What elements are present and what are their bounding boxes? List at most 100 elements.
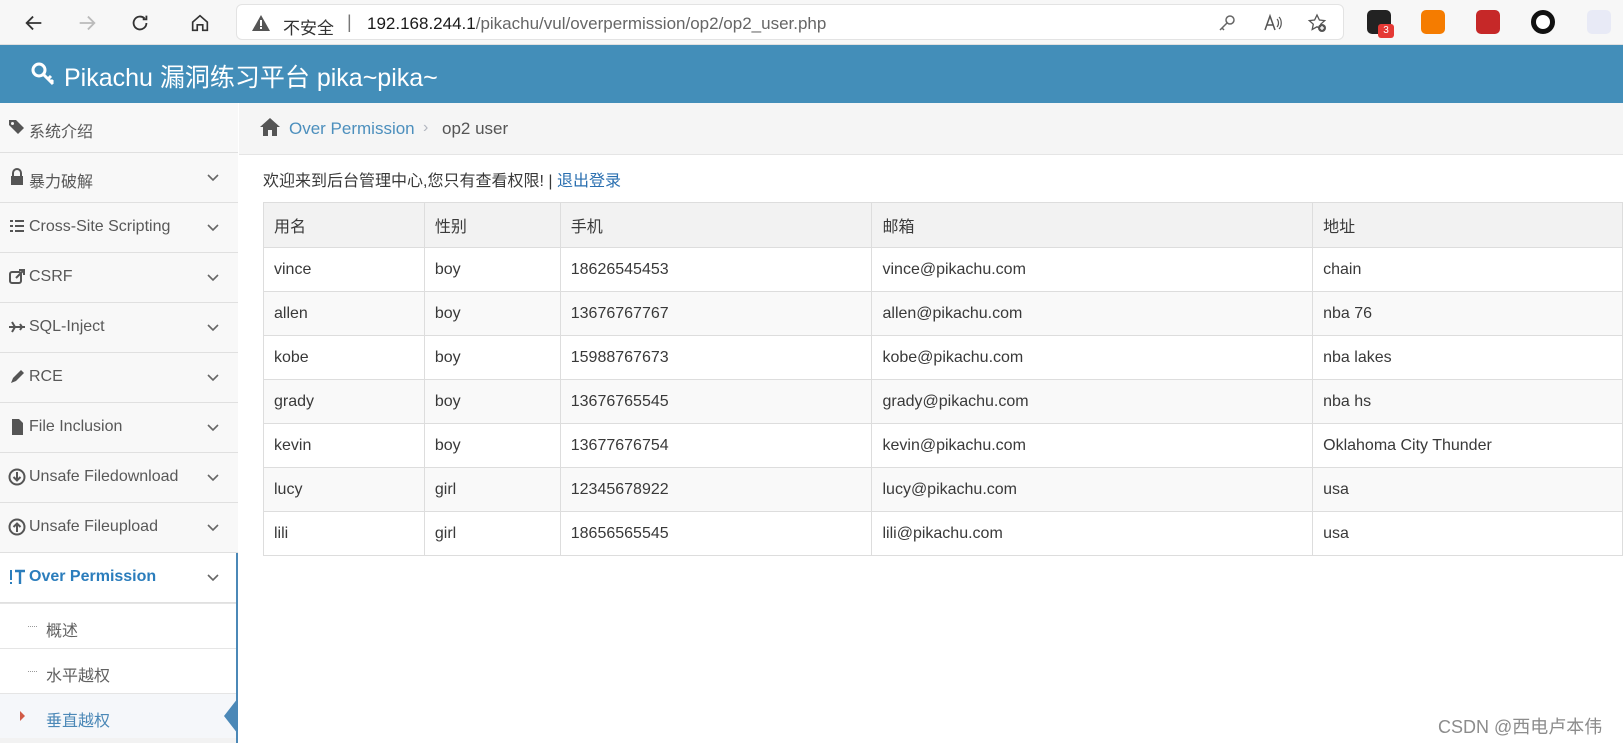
caret-right-icon — [20, 711, 25, 721]
upload-circle-icon — [8, 518, 26, 536]
insecure-label: 不安全 — [283, 19, 334, 38]
key-icon[interactable] — [1217, 13, 1237, 33]
pencil-icon — [11, 370, 24, 383]
plane-icon — [9, 321, 25, 333]
extension-badge: 3 — [1378, 24, 1394, 38]
table-cell: Oklahoma City Thunder — [1312, 423, 1623, 468]
welcome-text: 欢迎来到后台管理中心,您只有查看权限! — [263, 173, 544, 190]
arrow-left-icon — [25, 15, 42, 31]
watermark: CSDN @西电卢本伟 — [1438, 717, 1603, 737]
sidebar-item-bruteforce[interactable]: 暴力破解 — [0, 153, 238, 203]
sidebar-item-label: 系统介绍 — [29, 124, 94, 141]
table-cell: girl — [423, 511, 561, 556]
sidebar-item-intro[interactable]: 系统介绍 — [0, 103, 238, 153]
sidebar-item-label: Over Permission — [29, 568, 157, 585]
table-cell: lucy — [263, 467, 425, 512]
table-cell: 13677676754 — [559, 423, 873, 468]
sidebar-item-label: SQL-Inject — [29, 318, 105, 335]
table-cell: boy — [423, 423, 561, 468]
table-cell: girl — [423, 467, 561, 512]
sidebar-item-label: Cross-Site Scripting — [29, 218, 171, 235]
table-cell: chain — [1312, 247, 1623, 292]
sidebar-item-label: File Inclusion — [29, 418, 123, 435]
read-aloud-icon[interactable] — [1263, 13, 1283, 33]
breadcrumb: Over Permission › op2 user — [239, 103, 1623, 155]
table-cell: kevin@pikachu.com — [871, 423, 1314, 468]
table-cell: nba 76 — [1312, 291, 1623, 336]
table-cell: kobe@pikachu.com — [871, 335, 1314, 380]
table-cell: nba lakes — [1312, 335, 1623, 380]
sidebar-item-filedownload[interactable]: Unsafe Filedownload — [0, 453, 238, 503]
sidebar-subitem-vertical[interactable]: 垂直越权 — [0, 693, 238, 738]
table-cell: 15988767673 — [559, 335, 873, 380]
sidebar-item-sqli[interactable]: SQL-Inject — [0, 303, 238, 353]
reload-icon — [132, 15, 148, 31]
breadcrumb-link-over-permission[interactable]: Over Permission — [289, 119, 415, 139]
sidebar-item-label: CSRF — [29, 268, 73, 285]
column-header: 性别 — [423, 202, 561, 248]
sidebar-item-over-permission[interactable]: Over Permission — [0, 553, 238, 603]
table-cell: boy — [423, 291, 561, 336]
extension-2-icon[interactable] — [1421, 10, 1445, 34]
table-cell: allen — [263, 291, 425, 336]
text-height-icon — [10, 569, 25, 584]
table-cell: usa — [1312, 511, 1623, 556]
list-indent-icon — [10, 220, 24, 232]
app-header: Pikachu 漏洞练习平台 pika~pika~ — [0, 45, 1623, 103]
extension-5-icon[interactable] — [1587, 10, 1611, 34]
table-cell: allen@pikachu.com — [871, 291, 1314, 336]
table-row: kevin boy 13677676754 kevin@pikachu.com … — [263, 423, 1623, 468]
table-header-row: 用名 性别 手机 邮箱 地址 — [263, 202, 1623, 248]
table-row: lucy girl 12345678922 lucy@pikachu.com u… — [263, 467, 1623, 512]
forward-button[interactable] — [70, 6, 104, 40]
chevron-down-icon — [207, 174, 219, 182]
home-icon — [191, 14, 209, 32]
table-cell: kobe — [263, 335, 425, 380]
table-cell: boy — [423, 247, 561, 292]
url-path: /pikachu/vul/overpermission/op2/op2_user… — [475, 14, 827, 33]
url-host: 192.168.244.1 — [367, 14, 476, 33]
table-row: allen boy 13676767767 allen@pikachu.com … — [263, 291, 1623, 336]
table-cell: grady@pikachu.com — [871, 379, 1314, 424]
sidebar-item-label: RCE — [29, 368, 63, 385]
extension-4-icon[interactable] — [1531, 10, 1555, 34]
app-title[interactable]: Pikachu 漏洞练习平台 pika~pika~ — [64, 58, 438, 94]
chevron-down-icon — [207, 224, 219, 232]
table-row: lili girl 18656565545 lili@pikachu.com u… — [263, 511, 1623, 556]
chevron-down-icon — [207, 324, 219, 332]
warning-icon — [252, 15, 270, 31]
sidebar-item-rce[interactable]: RCE — [0, 353, 238, 403]
table-cell: lili@pikachu.com — [871, 511, 1314, 556]
user-table: 用名 性别 手机 邮箱 地址 vince boy 18626545453 vin… — [263, 202, 1623, 556]
table-cell: lucy@pikachu.com — [871, 467, 1314, 512]
tags-icon — [9, 120, 24, 134]
logout-link[interactable]: 退出登录 — [557, 173, 621, 190]
table-cell: boy — [423, 335, 561, 380]
sidebar-item-file-inclusion[interactable]: File Inclusion — [0, 403, 238, 453]
table-cell: boy — [423, 379, 561, 424]
address-bar[interactable]: 不安全 | 192.168.244.1/pikachu/vul/overperm… — [236, 4, 1344, 40]
key-icon — [31, 62, 55, 86]
chevron-down-icon — [207, 524, 219, 532]
sidebar-item-fileupload[interactable]: Unsafe Fileupload — [0, 503, 238, 553]
sidebar-item-xss[interactable]: Cross-Site Scripting — [0, 203, 238, 253]
home-button[interactable] — [183, 6, 217, 40]
favorite-add-icon[interactable] — [1307, 13, 1327, 33]
table-row: kobe boy 15988767673 kobe@pikachu.com nb… — [263, 335, 1623, 380]
reload-button[interactable] — [123, 6, 157, 40]
sidebar-subitem-horizontal[interactable]: 水平越权 — [0, 648, 238, 693]
chevron-down-icon — [207, 424, 219, 432]
extension-3-icon[interactable] — [1476, 10, 1500, 34]
sidebar-subitem-label: 垂直越权 — [46, 713, 111, 730]
back-button[interactable] — [17, 6, 51, 40]
home-icon — [260, 118, 280, 136]
column-header: 地址 — [1312, 202, 1623, 248]
url-text: 192.168.244.1/pikachu/vul/overpermission… — [367, 14, 826, 34]
sidebar: 系统介绍 暴力破解 Cross-Site Scripting CSRF SQL-… — [0, 103, 238, 743]
lock-icon — [11, 168, 23, 185]
address-separator: | — [347, 12, 352, 32]
sidebar-item-csrf[interactable]: CSRF — [0, 253, 238, 303]
sidebar-subitem-overview[interactable]: 概述 — [0, 603, 238, 648]
chevron-down-icon — [207, 474, 219, 482]
table-cell: 18626545453 — [559, 247, 873, 292]
